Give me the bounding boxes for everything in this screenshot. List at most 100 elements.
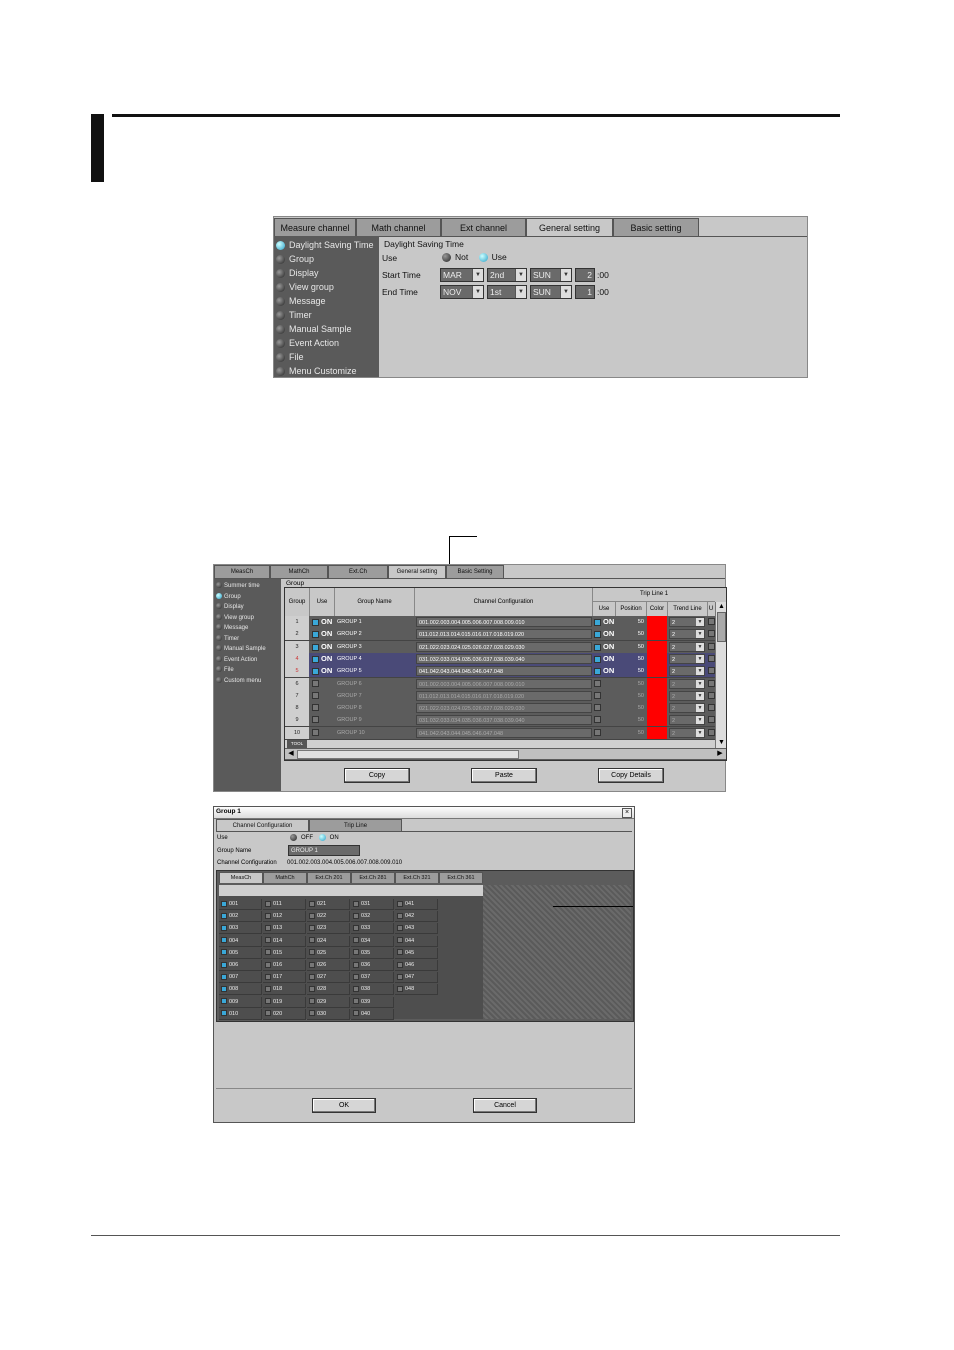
trip-use-toggle[interactable]: ON <box>594 653 616 666</box>
start-day-select[interactable]: SUN ▼ <box>530 268 572 282</box>
channel-checkbox[interactable]: 023 <box>307 923 350 935</box>
sidebar-item-file[interactable]: File <box>274 350 379 364</box>
start-month-select[interactable]: MAR ▼ <box>440 268 484 282</box>
copy-details-button[interactable]: Copy Details <box>598 768 664 783</box>
channel-checkbox[interactable]: 042 <box>395 911 438 923</box>
table-row[interactable]: 4 ON GROUP 4 031.032.033.034.035.036.037.03… <box>285 652 715 666</box>
copy-button[interactable]: Copy <box>344 768 410 783</box>
end-day-select[interactable]: SUN ▼ <box>530 285 572 299</box>
table-row[interactable]: 9OFFGROUP 9031.032.033.034.035.036.037.0… <box>285 714 715 736</box>
channel-checkbox[interactable]: 007 <box>219 972 262 984</box>
color-swatch[interactable] <box>647 714 667 727</box>
position-cell[interactable]: 50 <box>616 702 644 714</box>
channel-config-cell[interactable]: 021.022.023.024.025.026.027.028.029.030 <box>416 703 592 714</box>
position-cell[interactable]: 50 <box>616 665 644 677</box>
channel-checkbox[interactable]: 005 <box>219 947 262 959</box>
color-swatch[interactable] <box>647 702 667 715</box>
channel-checkbox[interactable]: 036 <box>351 960 394 971</box>
sidebar-item-message[interactable]: Message <box>214 623 281 634</box>
channel-checkbox[interactable]: 022 <box>307 911 350 923</box>
trend-line-select[interactable]: 2 ▼ <box>669 629 705 640</box>
end-week-select[interactable]: 1st ▼ <box>487 285 527 299</box>
sidebar-item-event-action[interactable]: Event Action <box>274 336 379 350</box>
checkbox-icon[interactable] <box>708 691 715 699</box>
channel-checkbox[interactable]: 044 <box>395 935 438 947</box>
tab-basic-setting[interactable]: Basic setting <box>613 218 699 236</box>
position-cell[interactable]: 50 <box>616 628 644 640</box>
channel-checkbox[interactable]: 014 <box>263 935 306 947</box>
group-name-cell[interactable]: GROUP 2 <box>337 628 415 640</box>
radio-off-icon[interactable] <box>290 834 297 841</box>
channel-config-cell[interactable]: 031.032.033.034.035.036.037.038.039.040 <box>416 653 592 664</box>
position-cell[interactable]: 50 <box>616 714 644 726</box>
trip-use-toggle[interactable]: ON <box>594 616 616 629</box>
checkbox-icon[interactable] <box>708 642 715 650</box>
channel-checkbox[interactable]: 028 <box>307 984 350 996</box>
checkbox-icon[interactable] <box>708 654 715 662</box>
channel-checkbox[interactable]: 038 <box>351 984 394 996</box>
color-swatch[interactable] <box>647 628 667 641</box>
sidebar-item-display[interactable]: Display <box>274 266 379 280</box>
trend-line-select[interactable]: 2 ▼ <box>669 678 705 689</box>
table-row[interactable]: 3 ON GROUP 3 021.022.023.024.025.026.027.02… <box>285 640 715 654</box>
start-hour-input[interactable]: 2 <box>575 268 595 282</box>
group-name-cell[interactable]: GROUP 4 <box>337 653 415 665</box>
channel-checkbox[interactable]: 048 <box>395 984 438 996</box>
channel-checkbox[interactable]: 031 <box>351 899 394 910</box>
channel-checkbox[interactable]: 032 <box>351 911 394 923</box>
subtab-ext-ch-321[interactable]: Ext.Ch 321 <box>395 872 439 883</box>
trend-line-select[interactable]: 2 ▼ <box>669 641 705 652</box>
channel-config-cell[interactable]: 001.002.003.004.005.006.007.008.009.010 <box>416 617 592 627</box>
channel-checkbox[interactable]: 019 <box>263 996 306 1008</box>
channel-checkbox[interactable]: 020 <box>263 1008 306 1020</box>
channel-config-cell[interactable]: 011.012.013.014.015.016.017.018.019.020 <box>416 690 592 701</box>
channel-checkbox[interactable]: 026 <box>307 960 350 971</box>
channel-config-cell[interactable]: 021.022.023.024.025.026.027.028.029.030 <box>416 641 592 652</box>
channel-checkbox[interactable]: 002 <box>219 911 262 923</box>
sidebar-item-file[interactable]: File <box>214 665 281 676</box>
tab-ext-channel[interactable]: Ext channel <box>441 218 526 236</box>
channel-checkbox[interactable]: 012 <box>263 911 306 923</box>
position-cell[interactable]: 50 <box>616 727 644 739</box>
channel-checkbox[interactable]: 045 <box>395 947 438 959</box>
vertical-scrollbar[interactable]: ▲ ▼ <box>715 602 726 748</box>
channel-checkbox[interactable]: 011 <box>263 899 306 910</box>
use-toggle[interactable]: ON <box>312 665 334 678</box>
sidebar-item-timer[interactable]: Timer <box>274 308 379 322</box>
tab-general-setting[interactable]: General setting <box>526 218 613 236</box>
radio-use-icon[interactable] <box>478 253 488 263</box>
radio-not-icon[interactable] <box>442 253 451 263</box>
channel-checkbox[interactable]: 016 <box>263 960 306 971</box>
checkbox-icon[interactable] <box>708 679 715 687</box>
trend-line-select[interactable]: 2 ▼ <box>669 690 705 701</box>
checkbox-icon[interactable] <box>708 728 715 736</box>
group-name-cell[interactable]: GROUP 10 <box>337 727 415 739</box>
scroll-down-icon[interactable]: ▼ <box>716 738 726 748</box>
tab-measure-channel[interactable]: Measure channel <box>274 218 356 236</box>
trend-line-select[interactable]: 2 ▼ <box>669 617 705 627</box>
checkbox-icon[interactable] <box>708 704 715 712</box>
channel-config-cell[interactable]: 041.042.043.044.045.046.047.048 <box>416 666 592 677</box>
channel-checkbox[interactable]: 046 <box>395 960 438 971</box>
table-row[interactable]: 5 ON GROUP 5 041.042.043.044.045.046.047.04… <box>285 665 715 679</box>
sidebar-item-view-group[interactable]: View group <box>274 280 379 294</box>
sidebar-item-menu-customize[interactable]: Menu Customize <box>274 364 379 378</box>
channel-config-cell[interactable]: 041.042.043.044.045.046.047.048 <box>416 727 592 738</box>
horizontal-scrollbar[interactable]: ◀ ▶ <box>285 749 726 759</box>
tab-trip-line[interactable]: Trip Line <box>309 819 402 831</box>
table-row[interactable]: 1 ON GROUP 1 001.002.003.004.005.006.007.00… <box>285 616 715 629</box>
group-name-cell[interactable]: GROUP 3 <box>337 641 415 653</box>
use-toggle[interactable]: ON <box>312 628 334 641</box>
sidebar-item-group[interactable]: Group <box>274 252 379 266</box>
channel-checkbox[interactable]: 018 <box>263 984 306 996</box>
channel-checkbox[interactable]: 024 <box>307 935 350 947</box>
channel-checkbox[interactable]: 041 <box>395 899 438 910</box>
close-icon[interactable]: × <box>622 808 632 818</box>
trend-line-select[interactable]: 2 ▼ <box>669 703 705 714</box>
group-name-input[interactable]: GROUP 1 <box>288 845 360 856</box>
sidebar-item-view-group[interactable]: View group <box>214 613 281 624</box>
sidebar-item-display[interactable]: Display <box>214 602 281 613</box>
channel-checkbox[interactable]: 003 <box>219 923 262 935</box>
position-cell[interactable]: 50 <box>616 653 644 665</box>
tab-math-channel[interactable]: Math channel <box>356 218 441 236</box>
